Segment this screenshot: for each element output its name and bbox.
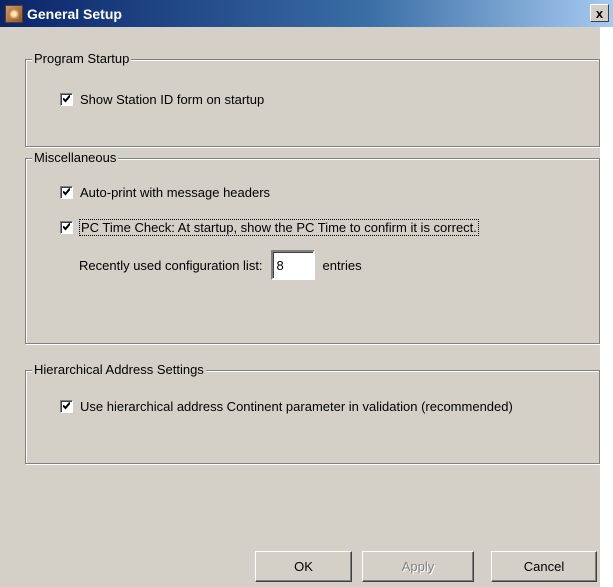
apply-button[interactable]: Apply <box>362 551 474 582</box>
ok-button[interactable]: OK <box>255 551 352 582</box>
use-continent-checkbox[interactable] <box>60 400 73 413</box>
auto-print-checkbox[interactable] <box>60 186 73 199</box>
hierarchical-address-legend: Hierarchical Address Settings <box>32 362 206 377</box>
window-title: General Setup <box>27 5 122 22</box>
app-icon <box>5 4 23 23</box>
close-icon[interactable]: x <box>596 7 603 20</box>
auto-print-label[interactable]: Auto-print with message headers <box>80 185 270 200</box>
checkmark-icon <box>63 188 70 196</box>
pc-time-check-row[interactable]: PC Time Check: At startup, show the PC T… <box>60 219 479 236</box>
checkmark-icon <box>63 95 70 103</box>
pc-time-check-checkbox[interactable] <box>60 221 73 234</box>
use-continent-row[interactable]: Use hierarchical address Continent param… <box>60 399 513 414</box>
show-station-id-row[interactable]: Show Station ID form on startup <box>60 92 264 107</box>
close-button[interactable]: x <box>590 4 609 22</box>
use-continent-label[interactable]: Use hierarchical address Continent param… <box>80 399 513 414</box>
checkmark-icon <box>63 223 70 231</box>
show-station-id-checkbox[interactable] <box>60 93 73 106</box>
recent-list-row: Recently used configuration list: 8 entr… <box>79 250 362 280</box>
title-bar: General Setup x <box>0 0 613 27</box>
auto-print-row[interactable]: Auto-print with message headers <box>60 185 270 200</box>
recent-list-input[interactable]: 8 <box>270 250 315 280</box>
show-station-id-label[interactable]: Show Station ID form on startup <box>80 92 264 107</box>
hierarchical-address-group: Hierarchical Address Settings Use hierar… <box>25 362 600 464</box>
program-startup-group: Program Startup Show Station ID form on … <box>25 51 600 147</box>
pc-time-check-label[interactable]: PC Time Check: At startup, show the PC T… <box>79 219 479 236</box>
recent-list-suffix: entries <box>322 257 362 273</box>
cancel-button[interactable]: Cancel <box>491 551 597 582</box>
dialog-body: Program Startup Show Station ID form on … <box>0 27 600 587</box>
recent-list-label: Recently used configuration list: <box>79 257 263 273</box>
miscellaneous-legend: Miscellaneous <box>32 150 119 165</box>
miscellaneous-group: Miscellaneous Auto-print with message he… <box>25 150 600 344</box>
checkmark-icon <box>63 402 70 410</box>
program-startup-legend: Program Startup <box>32 51 132 66</box>
